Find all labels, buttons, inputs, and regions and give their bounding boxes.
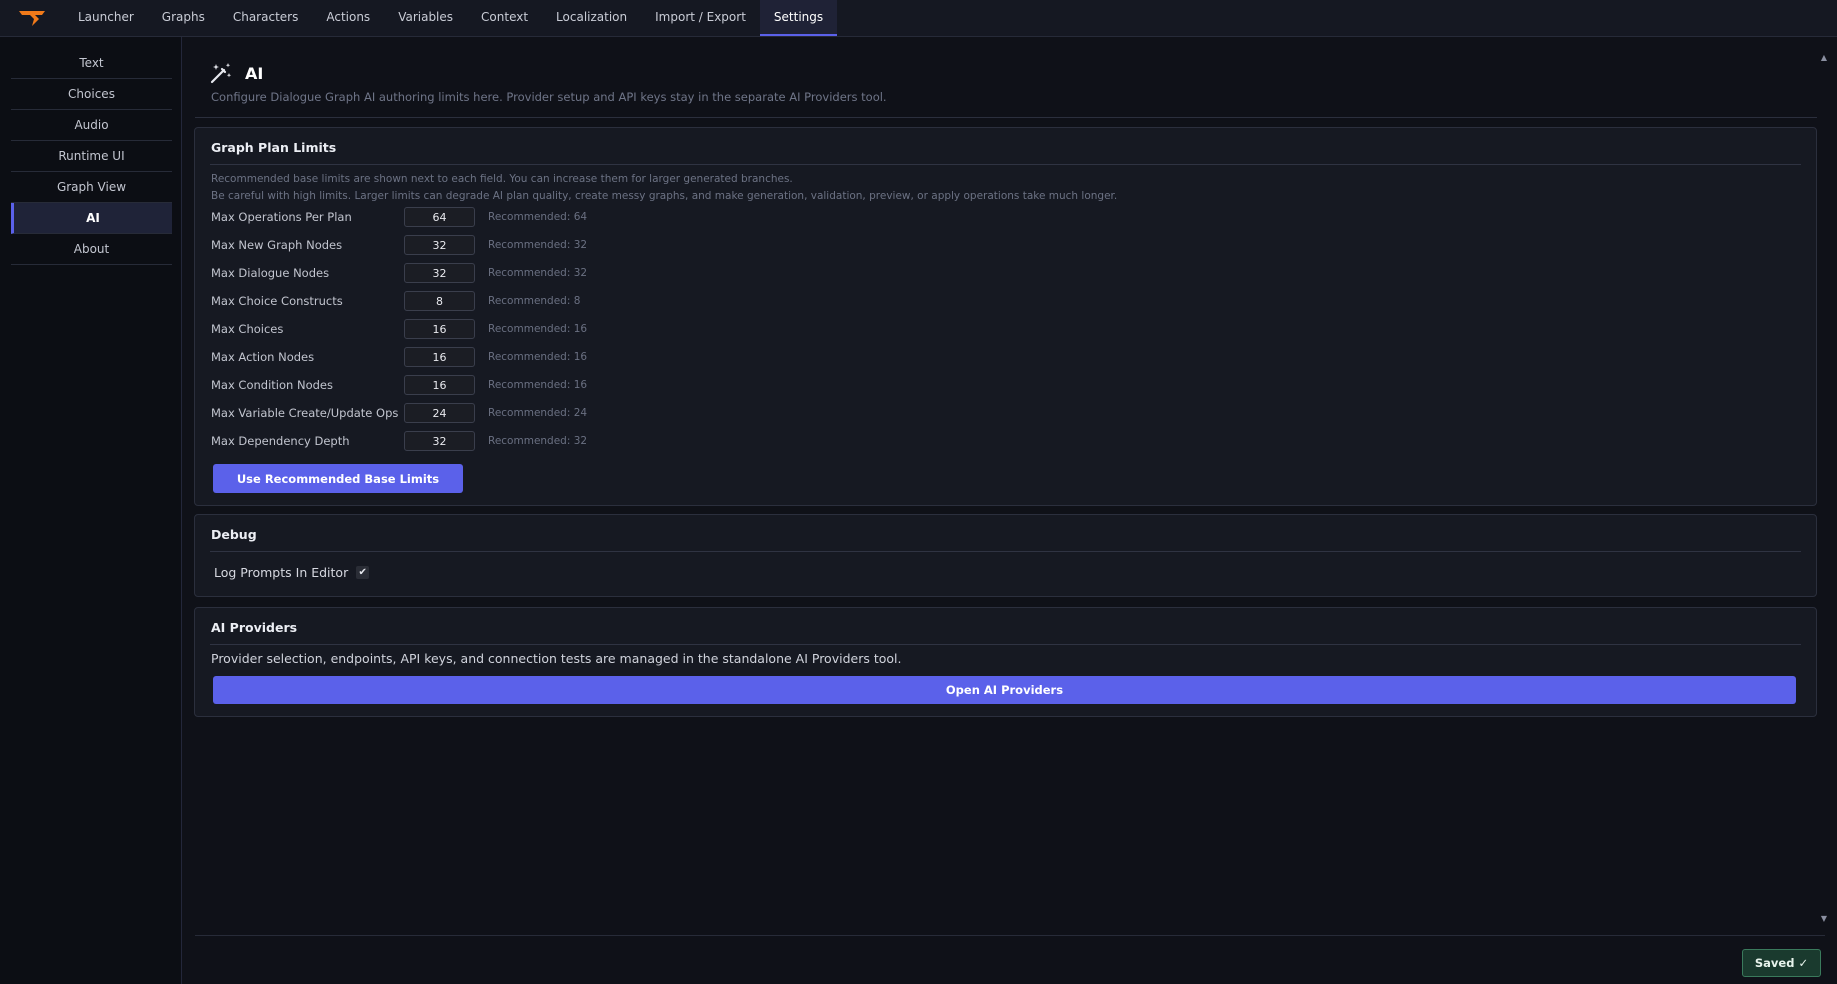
settings-content: AI Configure Dialogue Graph AI authoring…: [183, 37, 1837, 984]
limit-recommended: Recommended: 32: [488, 239, 588, 251]
limit-recommended: Recommended: 16: [488, 379, 588, 391]
tab-import-export[interactable]: Import / Export: [641, 0, 760, 36]
panel-divider: [210, 644, 1801, 645]
limit-label: Max Action Nodes: [211, 350, 315, 364]
tab-graphs[interactable]: Graphs: [148, 0, 219, 36]
limit-label: Max Choices: [211, 322, 284, 336]
max-dialogue-nodes-input[interactable]: [404, 263, 475, 283]
limit-row-max-condition-nodes: Max Condition Nodes Recommended: 16: [211, 375, 811, 397]
sidebar-item-runtime-ui[interactable]: Runtime UI: [11, 141, 172, 172]
max-choices-input[interactable]: [404, 319, 475, 339]
limit-label: Max Choice Constructs: [211, 294, 343, 308]
limit-recommended: Recommended: 16: [488, 351, 588, 363]
limit-row-max-choices: Max Choices Recommended: 16: [211, 319, 811, 341]
panel-divider: [210, 551, 1801, 552]
tab-context[interactable]: Context: [467, 0, 542, 36]
top-nav: Launcher Graphs Characters Actions Varia…: [0, 0, 1837, 37]
limit-recommended: Recommended: 24: [488, 407, 588, 419]
log-prompts-toggle[interactable]: Log Prompts In Editor ✔: [214, 565, 370, 580]
panel-title-providers: AI Providers: [211, 620, 298, 635]
limit-label: Max New Graph Nodes: [211, 238, 343, 252]
limit-label: Max Condition Nodes: [211, 378, 333, 392]
tab-settings[interactable]: Settings: [759, 0, 838, 36]
sidebar-item-about[interactable]: About: [11, 234, 172, 265]
page-description: Configure Dialogue Graph AI authoring li…: [211, 90, 887, 104]
tab-launcher[interactable]: Launcher: [64, 0, 148, 36]
log-prompts-label: Log Prompts In Editor: [214, 565, 349, 580]
max-variable-ops-input[interactable]: [404, 403, 475, 423]
max-new-graph-nodes-input[interactable]: [404, 235, 475, 255]
open-ai-providers-button[interactable]: Open AI Providers: [213, 676, 1796, 704]
magic-wand-icon: [210, 63, 232, 84]
max-condition-nodes-input[interactable]: [404, 375, 475, 395]
ai-providers-panel: AI Providers Provider selection, endpoin…: [194, 607, 1817, 717]
sidebar-item-choices[interactable]: Choices: [11, 79, 172, 110]
sidebar-item-audio[interactable]: Audio: [11, 110, 172, 141]
app-logo-icon: [19, 11, 45, 26]
providers-description: Provider selection, endpoints, API keys,…: [211, 651, 902, 666]
checkmark-icon: ✔: [358, 566, 367, 578]
saved-status-button[interactable]: Saved ✓: [1742, 949, 1821, 977]
panel-title-debug: Debug: [211, 527, 257, 542]
max-operations-input[interactable]: [404, 207, 475, 227]
tab-variables[interactable]: Variables: [384, 0, 467, 36]
sidebar-item-graph-view[interactable]: Graph View: [11, 172, 172, 203]
header-divider: [195, 117, 1817, 118]
limit-recommended: Recommended: 32: [488, 435, 588, 447]
scroll-up-arrow-icon[interactable]: ▲: [1821, 53, 1827, 62]
tab-localization[interactable]: Localization: [542, 0, 641, 36]
limits-note-warning: Be careful with high limits. Larger limi…: [211, 190, 1118, 202]
log-prompts-checkbox[interactable]: ✔: [356, 566, 370, 579]
limit-row-max-action-nodes: Max Action Nodes Recommended: 16: [211, 347, 811, 369]
settings-sidebar: Text Choices Audio Runtime UI Graph View…: [0, 37, 182, 984]
tab-characters[interactable]: Characters: [219, 0, 313, 36]
limit-recommended: Recommended: 16: [488, 323, 588, 335]
scroll-down-arrow-icon[interactable]: ▼: [1821, 914, 1827, 923]
limit-recommended: Recommended: 32: [488, 267, 588, 279]
limit-row-max-dependency-depth: Max Dependency Depth Recommended: 32: [211, 431, 811, 453]
limit-row-max-variable-ops: Max Variable Create/Update Ops Recommend…: [211, 403, 811, 425]
footer-divider: [195, 935, 1825, 936]
limit-row-max-new-graph-nodes: Max New Graph Nodes Recommended: 32: [211, 235, 811, 257]
limit-label: Max Variable Create/Update Ops: [211, 406, 399, 420]
use-recommended-limits-button[interactable]: Use Recommended Base Limits: [213, 464, 463, 493]
sidebar-item-text[interactable]: Text: [11, 48, 172, 79]
limit-recommended: Recommended: 64: [488, 211, 588, 223]
limit-row-max-operations: Max Operations Per Plan Recommended: 64: [211, 207, 811, 229]
max-choice-constructs-input[interactable]: [404, 291, 475, 311]
max-dependency-depth-input[interactable]: [404, 431, 475, 451]
panel-divider: [210, 164, 1801, 165]
tab-actions[interactable]: Actions: [312, 0, 384, 36]
limits-note-recommended: Recommended base limits are shown next t…: [211, 173, 793, 185]
graph-plan-limits-panel: Graph Plan Limits Recommended base limit…: [194, 127, 1817, 506]
sidebar-item-ai[interactable]: AI: [11, 203, 172, 234]
panel-title-limits: Graph Plan Limits: [211, 140, 337, 155]
limit-label: Max Dialogue Nodes: [211, 266, 330, 280]
limit-row-max-choice-constructs: Max Choice Constructs Recommended: 8: [211, 291, 811, 313]
max-action-nodes-input[interactable]: [404, 347, 475, 367]
debug-panel: Debug Log Prompts In Editor ✔: [194, 514, 1817, 597]
page-title: AI: [245, 64, 264, 83]
limit-label: Max Operations Per Plan: [211, 210, 352, 224]
limit-label: Max Dependency Depth: [211, 434, 350, 448]
limit-recommended: Recommended: 8: [488, 295, 581, 307]
limit-row-max-dialogue-nodes: Max Dialogue Nodes Recommended: 32: [211, 263, 811, 285]
app-logo[interactable]: [0, 0, 64, 36]
